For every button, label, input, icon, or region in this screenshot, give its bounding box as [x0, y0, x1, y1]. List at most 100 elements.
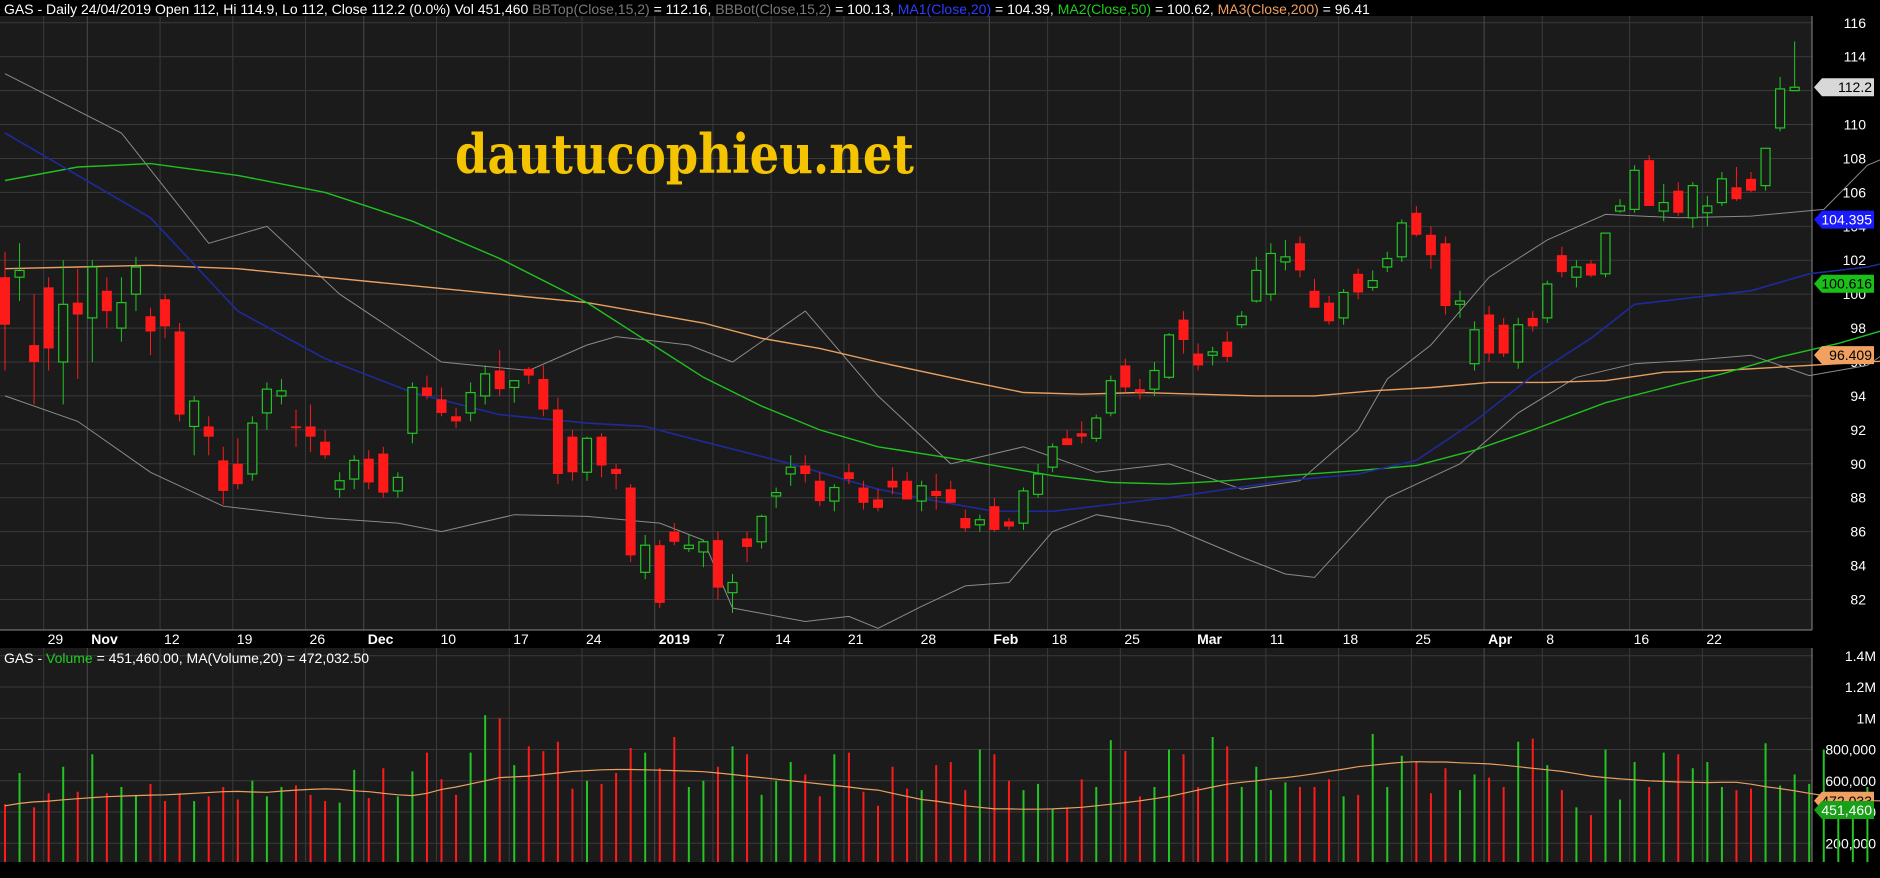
candle-body	[1440, 243, 1451, 307]
price-axis-tick: 88	[1850, 490, 1866, 506]
ma3-tag: 96.409	[1814, 346, 1874, 365]
value-tag-label: 96.409	[1829, 347, 1872, 363]
candle-body	[1746, 178, 1756, 191]
candle-body	[960, 518, 971, 529]
chart-canvas[interactable]: 8284868890929496981001021041061081101121…	[0, 0, 1880, 878]
candle-up	[1396, 219, 1407, 262]
volume-panel	[0, 648, 1812, 862]
candle-body	[1411, 212, 1422, 235]
candle-body	[58, 303, 69, 363]
candle-body	[1658, 201, 1669, 212]
candle-body	[43, 287, 54, 349]
candle-body	[596, 436, 607, 466]
candle-body	[712, 540, 723, 588]
price-axis-tick: 108	[1843, 150, 1867, 166]
candle-body	[756, 515, 767, 543]
x-axis-tick: Feb	[993, 631, 1018, 647]
candle-body	[363, 458, 374, 483]
candle-body	[1527, 317, 1538, 327]
candle-body	[218, 460, 229, 491]
candle-body	[974, 519, 985, 526]
x-axis-tick: 19	[237, 631, 253, 647]
candle-body	[523, 368, 534, 376]
price-panel	[0, 16, 1812, 630]
candle-up	[1629, 165, 1640, 213]
price-axis-tick: 82	[1850, 591, 1866, 607]
candle-body	[1789, 86, 1800, 92]
candle-up	[1760, 147, 1771, 191]
volume-prefix: GAS -	[4, 650, 47, 666]
candle-body	[814, 480, 825, 502]
ma2-name: MA2(Close,50)	[1057, 1, 1152, 17]
candle-body	[203, 426, 214, 437]
ma2-tag: 100.616	[1814, 274, 1874, 293]
candle-body	[1760, 147, 1771, 187]
candle-body	[334, 480, 345, 490]
x-axis-tick: 14	[775, 631, 791, 647]
candle-body	[640, 544, 651, 573]
candle-body	[509, 380, 520, 389]
ma1-value: = 104.39,	[991, 1, 1054, 17]
bbtop-name: BBTop(Close,15,2)	[532, 1, 650, 17]
volume-axis-tick: 1M	[1857, 710, 1876, 726]
candle-up	[247, 416, 258, 481]
candle-down	[378, 446, 389, 498]
candle-body	[1382, 257, 1393, 268]
candle-body	[1324, 302, 1335, 322]
x-axis-tick: 18	[1343, 631, 1359, 647]
candle-body	[1003, 521, 1014, 527]
volume-axis-tick: 600,000	[1825, 773, 1876, 789]
candle-body	[1294, 243, 1305, 271]
candle-body	[421, 387, 432, 396]
candle-body	[771, 492, 782, 497]
x-axis-tick: 24	[586, 631, 602, 647]
candle-body	[873, 499, 883, 508]
candle-body	[1513, 324, 1524, 363]
candle-body	[611, 468, 622, 474]
x-axis-tick: 7	[717, 631, 725, 647]
price-header: GAS - Daily 24/04/2019 Open 112, Hi 114.…	[4, 1, 1370, 17]
x-axis-tick: 17	[513, 631, 529, 647]
candle-body	[1396, 222, 1407, 258]
bbbot-name: BBBot(Close,15,2)	[715, 1, 832, 17]
price-axis-tick: 94	[1850, 388, 1866, 404]
x-axis-tick: 12	[164, 631, 180, 647]
candle-body	[931, 490, 942, 497]
candle-body	[174, 331, 185, 415]
candle-body	[1251, 269, 1262, 302]
candle-body	[1178, 319, 1189, 340]
price-axis-tick: 90	[1850, 456, 1866, 472]
ma1-tag: 104.395	[1814, 210, 1874, 229]
x-axis-tick: 25	[1415, 631, 1431, 647]
candle-down	[625, 484, 636, 563]
value-tag-label: 104.395	[1821, 212, 1872, 228]
x-axis-tick: 2019	[659, 631, 690, 647]
price-axis-tick: 110	[1844, 117, 1867, 133]
candle-body	[1309, 290, 1320, 308]
value-tag-label: 100.616	[1821, 276, 1872, 292]
candle-body	[1774, 88, 1786, 129]
candle-body	[989, 506, 1000, 530]
x-axis-tick: 18	[1052, 631, 1068, 647]
candle-body	[276, 390, 287, 397]
candle-body	[480, 373, 491, 397]
candle-body	[378, 453, 389, 493]
candle-body	[1556, 255, 1567, 273]
candle-body	[567, 436, 578, 473]
x-axis-tick: 8	[1546, 631, 1554, 647]
candle-down	[552, 397, 563, 485]
x-axis-tick: Dec	[368, 631, 394, 647]
candle-up	[1542, 280, 1553, 323]
candle-body	[160, 299, 171, 327]
price-axis-tick: 114	[1844, 49, 1867, 65]
candle-body	[1687, 185, 1698, 219]
candle-body	[407, 386, 418, 434]
x-axis-tick: Mar	[1197, 631, 1222, 647]
x-axis-tick: 26	[310, 631, 326, 647]
volume-axis-tick: 1.4M	[1845, 648, 1876, 664]
bbbot-value: = 100.13,	[831, 1, 894, 17]
candle-body	[87, 266, 98, 319]
candle-body	[1600, 232, 1611, 275]
candle-up	[1163, 333, 1175, 379]
candle-body	[1367, 279, 1378, 288]
